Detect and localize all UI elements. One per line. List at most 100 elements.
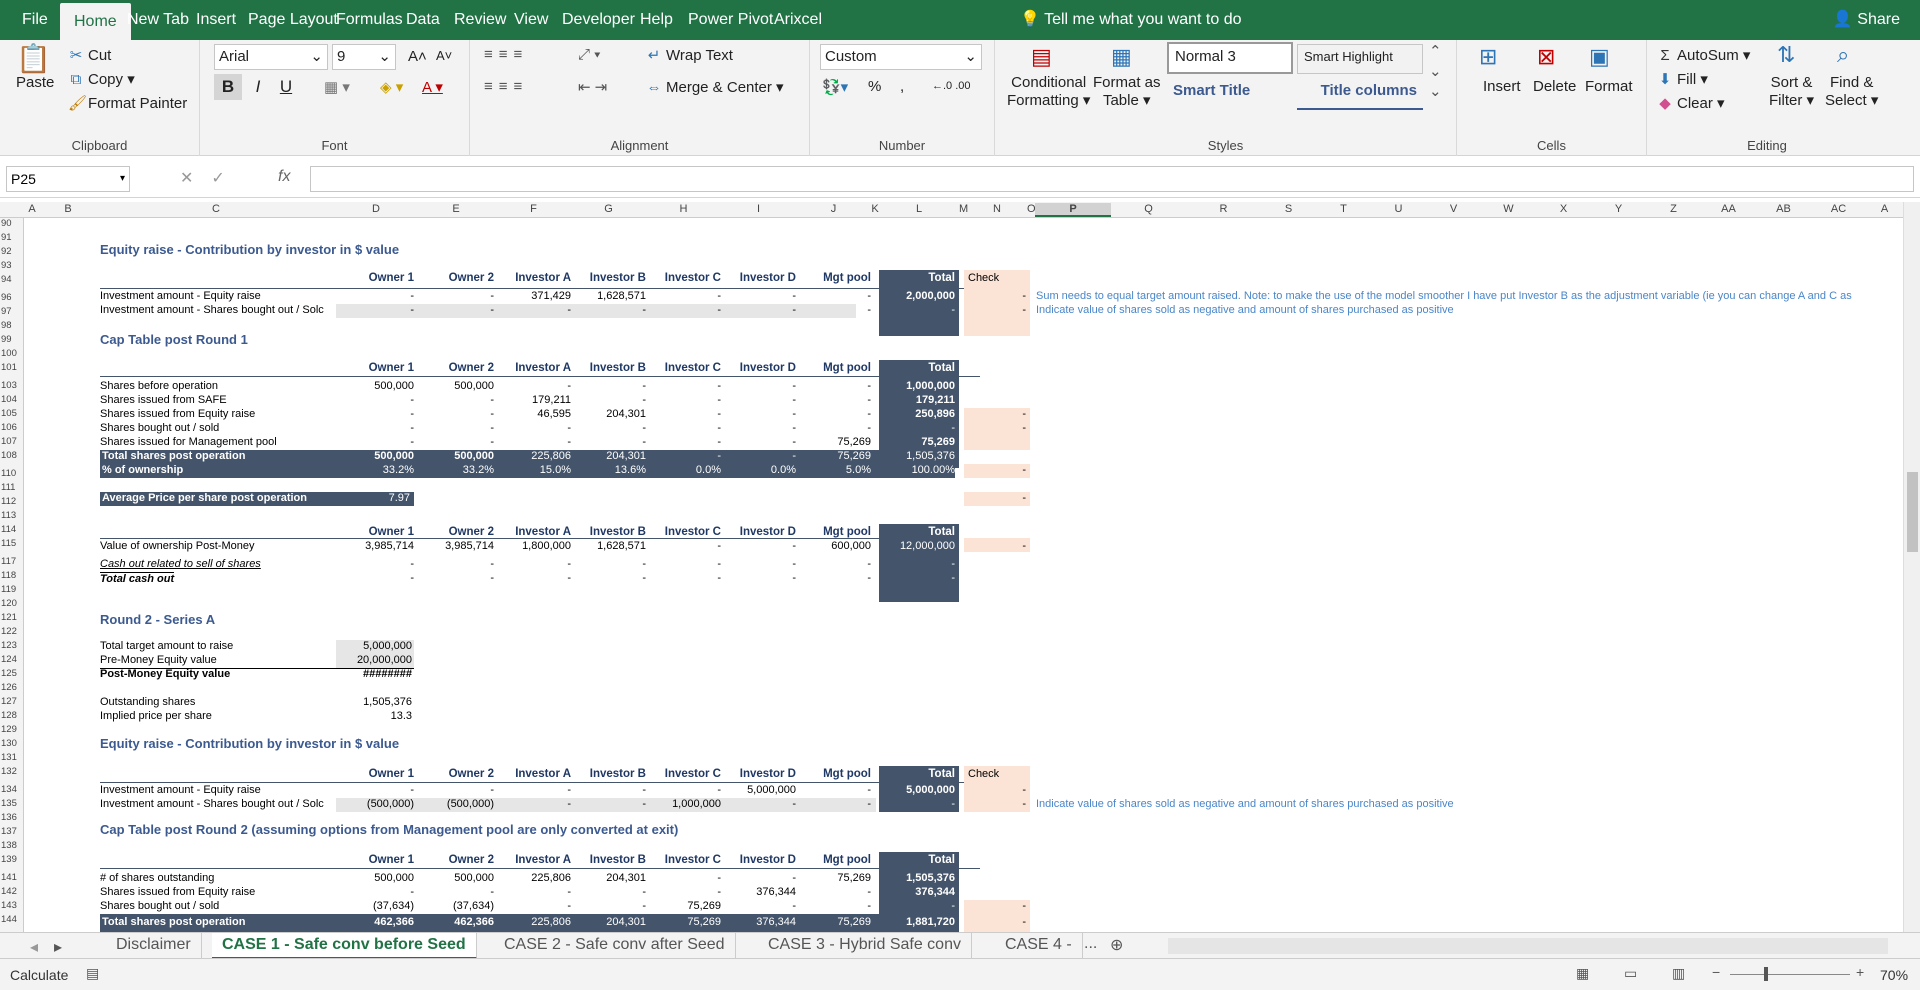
vertical-scrollbar[interactable]	[1903, 202, 1920, 932]
row-header[interactable]: 92	[1, 246, 12, 257]
row-header[interactable]: 134	[1, 784, 17, 795]
horizontal-scrollbar[interactable]	[1168, 938, 1888, 954]
cell-total[interactable]: 100.00%	[879, 464, 955, 476]
style-smart-title[interactable]: Smart Title	[1167, 78, 1293, 110]
cell[interactable]: -	[721, 394, 796, 406]
cell-total[interactable]: 1,881,720	[879, 916, 955, 928]
underline-button[interactable]: U	[272, 74, 300, 100]
cell[interactable]: -	[796, 900, 871, 912]
sort-filter-button[interactable]: Sort & Filter ▾	[1769, 74, 1814, 109]
find-select-button[interactable]: Find & Select ▾	[1825, 74, 1878, 109]
row-header[interactable]: 112	[1, 496, 16, 507]
cell[interactable]: -	[336, 394, 414, 406]
indent-icons[interactable]: ⇤⇥	[578, 78, 611, 96]
column-header[interactable]: A	[24, 203, 40, 215]
cell[interactable]: -	[416, 784, 494, 796]
column-header[interactable]: Z	[1646, 203, 1701, 215]
delete-button[interactable]: Delete	[1533, 78, 1576, 95]
cell[interactable]: -	[496, 784, 571, 796]
format-button[interactable]: Format	[1585, 78, 1633, 95]
cell[interactable]: 500,000	[416, 380, 494, 392]
cell[interactable]: 462,366	[336, 916, 414, 928]
tell-me-search[interactable]: 💡 Tell me what you want to do	[1020, 0, 1242, 40]
cell[interactable]: -	[496, 572, 571, 584]
cell[interactable]: -	[496, 798, 571, 810]
cell[interactable]: -	[336, 290, 414, 302]
cell[interactable]: -	[796, 290, 871, 302]
column-header[interactable]: T	[1316, 203, 1371, 215]
cell[interactable]: -	[336, 304, 414, 316]
cell[interactable]: 75,269	[646, 900, 721, 912]
cell[interactable]: 371,429	[496, 290, 571, 302]
cell[interactable]: -	[571, 784, 646, 796]
cell-total[interactable]: 12,000,000	[879, 540, 955, 552]
macro-record-icon[interactable]: ▤	[86, 965, 99, 982]
cell[interactable]: -	[721, 408, 796, 420]
cell[interactable]: 500,000	[336, 872, 414, 884]
column-header[interactable]: I	[721, 203, 796, 215]
cell[interactable]: -	[646, 408, 721, 420]
cell[interactable]: 225,806	[496, 872, 571, 884]
column-header[interactable]: C	[96, 203, 336, 215]
fill-button[interactable]: ⬇ Fill ▾	[1657, 70, 1708, 88]
row-header[interactable]: 141	[1, 872, 17, 883]
currency-icon[interactable]: 💱▾	[822, 78, 848, 96]
cell[interactable]: 500,000	[416, 450, 494, 462]
cell[interactable]: -	[721, 436, 796, 448]
cell[interactable]: 225,806	[496, 450, 571, 462]
cell[interactable]: -	[721, 304, 796, 316]
row-header[interactable]: 121	[1, 612, 17, 623]
row-header[interactable]: 111	[1, 482, 15, 493]
column-header[interactable]: G	[571, 203, 646, 215]
cell[interactable]: -	[721, 900, 796, 912]
zoom-in-icon[interactable]: +	[1856, 964, 1864, 980]
cell[interactable]: -	[571, 900, 646, 912]
column-header[interactable]: AB	[1756, 203, 1811, 215]
cell[interactable]: -	[571, 886, 646, 898]
font-size-select[interactable]: 9 ⌄	[332, 44, 396, 70]
cell-check[interactable]: -	[964, 304, 1026, 316]
style-normal3[interactable]: Normal 3	[1167, 42, 1293, 74]
column-header[interactable]: R	[1186, 203, 1261, 215]
style-smart-highlight[interactable]: Smart Highlight	[1297, 44, 1423, 74]
cell[interactable]: -	[796, 422, 871, 434]
cell[interactable]: -	[646, 784, 721, 796]
cell[interactable]: -	[796, 394, 871, 406]
cell[interactable]: -	[416, 572, 494, 584]
row-header[interactable]: 91	[1, 232, 12, 243]
cell[interactable]: 3,985,714	[416, 540, 494, 552]
cell[interactable]: 204,301	[571, 872, 646, 884]
cell[interactable]: -	[796, 380, 871, 392]
bold-button[interactable]: B	[214, 74, 242, 100]
cell-total[interactable]: 5,000,000	[879, 784, 955, 796]
column-header[interactable]: M	[959, 203, 968, 215]
horizontal-align-icons[interactable]: ≡≡≡	[484, 78, 528, 95]
row-header[interactable]: 108	[1, 450, 17, 461]
cell-total[interactable]: 1,505,376	[879, 872, 955, 884]
name-box[interactable]: P25 ▾	[6, 166, 130, 192]
sheet-tab-case2[interactable]: CASE 2 - Safe conv after Seed	[494, 933, 736, 959]
column-header[interactable]: N	[967, 203, 1027, 215]
row-header[interactable]: 124	[1, 654, 17, 665]
column-header[interactable]: F	[496, 203, 571, 215]
comma-button[interactable]: ,	[900, 78, 904, 95]
row-header[interactable]: 118	[1, 570, 16, 581]
conditional-formatting-button[interactable]: Conditional Formatting ▾	[1007, 74, 1090, 109]
column-header[interactable]: U	[1371, 203, 1426, 215]
cell[interactable]: -	[646, 558, 721, 570]
cell[interactable]: 500,000	[416, 872, 494, 884]
cell-check[interactable]: -	[964, 784, 1026, 796]
row-header[interactable]: 90	[1, 218, 12, 229]
row-header[interactable]: 117	[1, 556, 16, 567]
column-header[interactable]: H	[646, 203, 721, 215]
cell[interactable]: -	[496, 558, 571, 570]
cell[interactable]: -	[646, 540, 721, 552]
cell[interactable]: -	[571, 304, 646, 316]
column-header[interactable]: AA	[1701, 203, 1756, 215]
cell-check[interactable]: -	[964, 408, 1026, 420]
cell[interactable]: 5.0%	[796, 464, 871, 476]
cell-total[interactable]: 179,211	[879, 394, 955, 406]
cell-total[interactable]: 75,269	[879, 436, 955, 448]
row-header[interactable]: 98	[1, 320, 12, 331]
column-header[interactable]: B	[40, 203, 96, 215]
